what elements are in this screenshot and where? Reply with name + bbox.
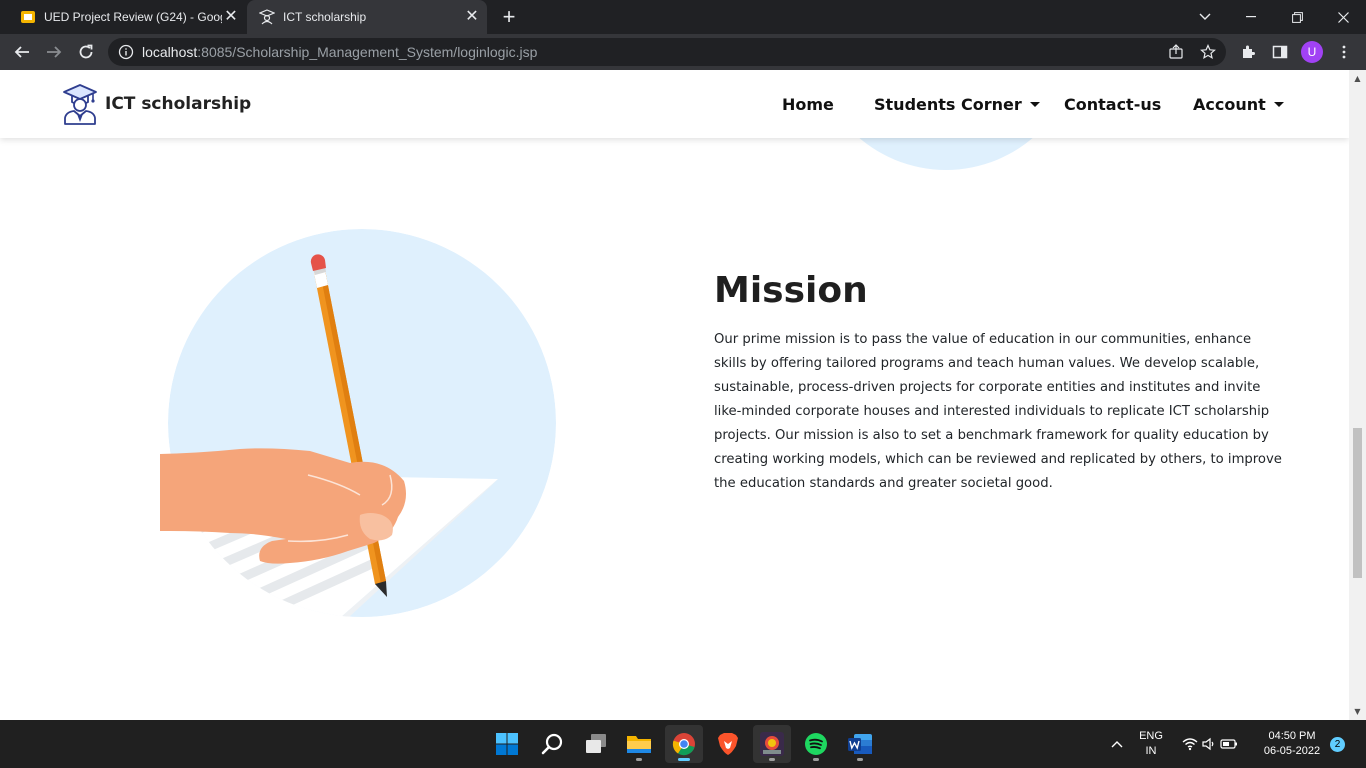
bookmark-star-icon[interactable] xyxy=(1200,44,1216,60)
start-button[interactable] xyxy=(488,725,526,763)
file-explorer-button[interactable] xyxy=(620,725,658,763)
brave-button[interactable] xyxy=(709,725,747,763)
scroll-down-arrow-icon[interactable]: ▼ xyxy=(1353,707,1362,716)
page-viewport: ICT scholarship Home Students Corner Con… xyxy=(0,70,1349,720)
running-indicator xyxy=(857,758,863,761)
tab-ict-scholarship[interactable]: ICT scholarship ✕ xyxy=(247,0,487,34)
search-icon xyxy=(541,733,563,755)
tab-title: ICT scholarship xyxy=(283,10,367,24)
close-tab-icon[interactable]: ✕ xyxy=(222,8,240,26)
close-tab-icon[interactable]: ✕ xyxy=(463,8,481,26)
mission-heading: Mission xyxy=(714,270,868,311)
app-launcher-button[interactable] xyxy=(753,725,791,763)
task-view-button[interactable] xyxy=(577,725,615,763)
input-language[interactable]: ENG IN xyxy=(1134,720,1168,768)
clock-time: 04:50 PM xyxy=(1268,730,1316,742)
brave-lion-icon xyxy=(718,733,738,755)
url-path: :8085/Scholarship_Management_System/logi… xyxy=(197,44,538,60)
tab-search-icon[interactable] xyxy=(1182,0,1228,34)
windows-taskbar: ENG IN 04:50 PM 06-05-2022 xyxy=(0,720,1366,768)
region-label: IN xyxy=(1145,745,1157,757)
forward-button[interactable] xyxy=(40,38,68,66)
nav-account[interactable]: Account xyxy=(1193,70,1284,138)
scrollbar-thumb[interactable] xyxy=(1353,428,1362,578)
wifi-icon xyxy=(1182,738,1198,751)
nav-contact[interactable]: Contact-us xyxy=(1064,70,1161,138)
profile-avatar[interactable]: U xyxy=(1301,41,1323,63)
side-panel-icon[interactable] xyxy=(1272,44,1288,60)
word-icon xyxy=(848,734,872,754)
back-button[interactable] xyxy=(8,38,36,66)
windows-start-icon xyxy=(496,733,518,755)
site-header: ICT scholarship Home Students Corner Con… xyxy=(0,70,1349,138)
graduate-logo-icon xyxy=(63,84,97,125)
share-icon[interactable] xyxy=(1168,44,1184,60)
slides-icon xyxy=(21,11,35,23)
running-indicator xyxy=(636,758,642,761)
running-indicator xyxy=(813,758,819,761)
extensions-icon[interactable] xyxy=(1240,44,1256,60)
site-info-icon[interactable] xyxy=(118,44,134,60)
nav-students-corner[interactable]: Students Corner xyxy=(874,70,1040,138)
nav-account-label: Account xyxy=(1193,94,1266,114)
url-host: localhost xyxy=(142,44,198,60)
nav-students-corner-label: Students Corner xyxy=(874,94,1022,114)
reload-icon xyxy=(79,44,93,59)
volume-icon xyxy=(1202,737,1214,751)
nav-home-label: Home xyxy=(782,94,834,114)
gaming-app-icon xyxy=(760,732,784,756)
folder-icon xyxy=(627,736,651,753)
menu-icon[interactable] xyxy=(1336,44,1352,60)
browser-tab-strip: UED Project Review (G24) - Goog ✕ ICT sc… xyxy=(0,0,1366,34)
battery-icon xyxy=(1220,739,1237,749)
quick-settings[interactable] xyxy=(1178,720,1242,768)
graduate-icon xyxy=(259,9,275,25)
tab-title: UED Project Review (G24) - Goog xyxy=(44,10,222,24)
new-tab-button[interactable]: + xyxy=(497,5,521,29)
tab-ued-project-review[interactable]: UED Project Review (G24) - Goog ✕ xyxy=(8,0,246,34)
chrome-icon xyxy=(672,733,695,756)
page-scrollbar[interactable]: ▲ ▼ xyxy=(1349,70,1366,720)
brand[interactable]: ICT scholarship xyxy=(62,83,251,125)
caret-down-icon xyxy=(1029,101,1040,107)
tray-overflow-chevron-icon[interactable] xyxy=(1104,720,1130,768)
active-indicator xyxy=(678,758,690,761)
url-text[interactable]: localhost:8085/Scholarship_Management_Sy… xyxy=(142,44,537,60)
writing-hand-illustration xyxy=(160,229,556,617)
running-indicator xyxy=(769,758,775,761)
nav-home[interactable]: Home xyxy=(782,70,834,138)
notification-badge[interactable]: 2 xyxy=(1330,737,1345,752)
reload-button[interactable] xyxy=(72,38,100,66)
task-view-icon xyxy=(586,734,606,753)
clock-date: 06-05-2022 xyxy=(1263,745,1321,757)
clock[interactable]: 04:50 PM 06-05-2022 xyxy=(1252,720,1332,768)
language-label: ENG xyxy=(1139,730,1163,742)
scroll-up-arrow-icon[interactable]: ▲ xyxy=(1353,74,1362,83)
restore-button[interactable] xyxy=(1274,0,1320,34)
brand-name: ICT scholarship xyxy=(105,94,252,114)
word-button[interactable] xyxy=(841,725,879,763)
browser-toolbar: localhost:8085/Scholarship_Management_Sy… xyxy=(0,34,1366,70)
back-arrow-icon xyxy=(14,46,29,58)
caret-down-icon xyxy=(1273,101,1284,107)
minimize-button[interactable] xyxy=(1228,0,1274,34)
search-button[interactable] xyxy=(533,725,571,763)
chrome-button[interactable] xyxy=(665,725,703,763)
spotify-button[interactable] xyxy=(797,725,835,763)
address-bar[interactable]: localhost:8085/Scholarship_Management_Sy… xyxy=(108,38,1226,66)
spotify-icon xyxy=(805,733,827,755)
mission-paragraph: Our prime mission is to pass the value o… xyxy=(714,332,1282,491)
nav-contact-label: Contact-us xyxy=(1064,94,1162,114)
forward-arrow-icon xyxy=(47,46,62,58)
close-window-button[interactable] xyxy=(1320,0,1366,34)
